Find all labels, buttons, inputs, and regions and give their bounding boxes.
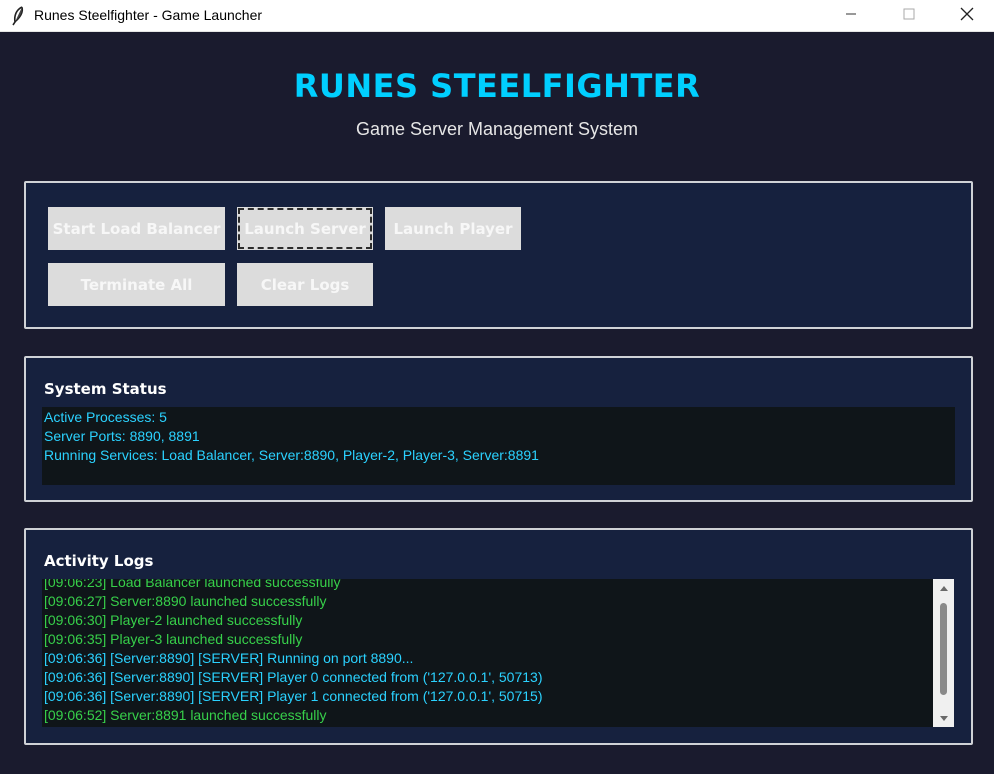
log-textbox[interactable]: [09:06:23] Load Balancer launched succes… (42, 579, 933, 727)
log-line: [09:06:36] [Server:8890] [SERVER] Player… (44, 669, 543, 685)
launch-player-button[interactable]: Launch Player (385, 207, 521, 250)
activity-logs-panel: Activity Logs [09:06:23] Load Balancer l… (24, 528, 973, 745)
arrow-up-icon (939, 579, 949, 597)
launch-server-button[interactable]: Launch Server (237, 207, 373, 250)
status-line: Running Services: Load Balancer, Server:… (44, 447, 539, 463)
scroll-thumb[interactable] (940, 603, 947, 695)
terminate-all-button[interactable]: Terminate All (48, 263, 225, 306)
activity-logs-label: Activity Logs (44, 552, 154, 570)
maximize-icon (903, 7, 915, 25)
feather-icon (10, 6, 26, 26)
window-titlebar: Runes Steelfighter - Game Launcher (0, 0, 994, 32)
log-line: [09:06:36] [Server:8890] [SERVER] Player… (44, 688, 543, 704)
status-textbox: Active Processes: 5 Server Ports: 8890, … (42, 407, 955, 485)
close-button[interactable] (944, 0, 990, 32)
log-line: [09:06:27] Server:8890 launched successf… (44, 593, 327, 609)
system-status-label: System Status (44, 380, 167, 398)
minimize-icon (845, 7, 857, 25)
scroll-down-button[interactable] (933, 710, 954, 727)
app-title: RUNES STEELFIGHTER (293, 67, 701, 105)
app-subtitle: Game Server Management System (355, 119, 639, 139)
main-content: RUNES STEELFIGHTER Game Server Managemen… (0, 33, 994, 774)
system-status-panel: System Status Active Processes: 5 Server… (24, 356, 973, 502)
close-icon (960, 7, 974, 26)
log-line: [09:06:35] Player-3 launched successfull… (44, 631, 303, 647)
log-scrollbar[interactable] (933, 579, 954, 727)
log-line: [09:06:52] Server:8891 launched successf… (44, 707, 327, 723)
minimize-button[interactable] (828, 0, 874, 32)
scroll-up-button[interactable] (933, 579, 954, 596)
clear-logs-button[interactable]: Clear Logs (237, 263, 373, 306)
log-line: [09:06:36] [Server:8890] [SERVER] Runnin… (44, 650, 414, 666)
start-load-balancer-button[interactable]: Start Load Balancer (48, 207, 225, 250)
window-title: Runes Steelfighter - Game Launcher (34, 7, 263, 23)
log-line: [09:06:30] Player-2 launched successfull… (44, 612, 303, 628)
log-line: [09:06:23] Load Balancer launched succes… (44, 579, 341, 590)
maximize-button[interactable] (886, 0, 932, 32)
status-line: Active Processes: 5 (44, 409, 167, 425)
arrow-down-icon (939, 710, 949, 728)
status-line: Server Ports: 8890, 8891 (44, 428, 200, 444)
controls-panel: Start Load Balancer Launch Server Launch… (24, 181, 973, 329)
